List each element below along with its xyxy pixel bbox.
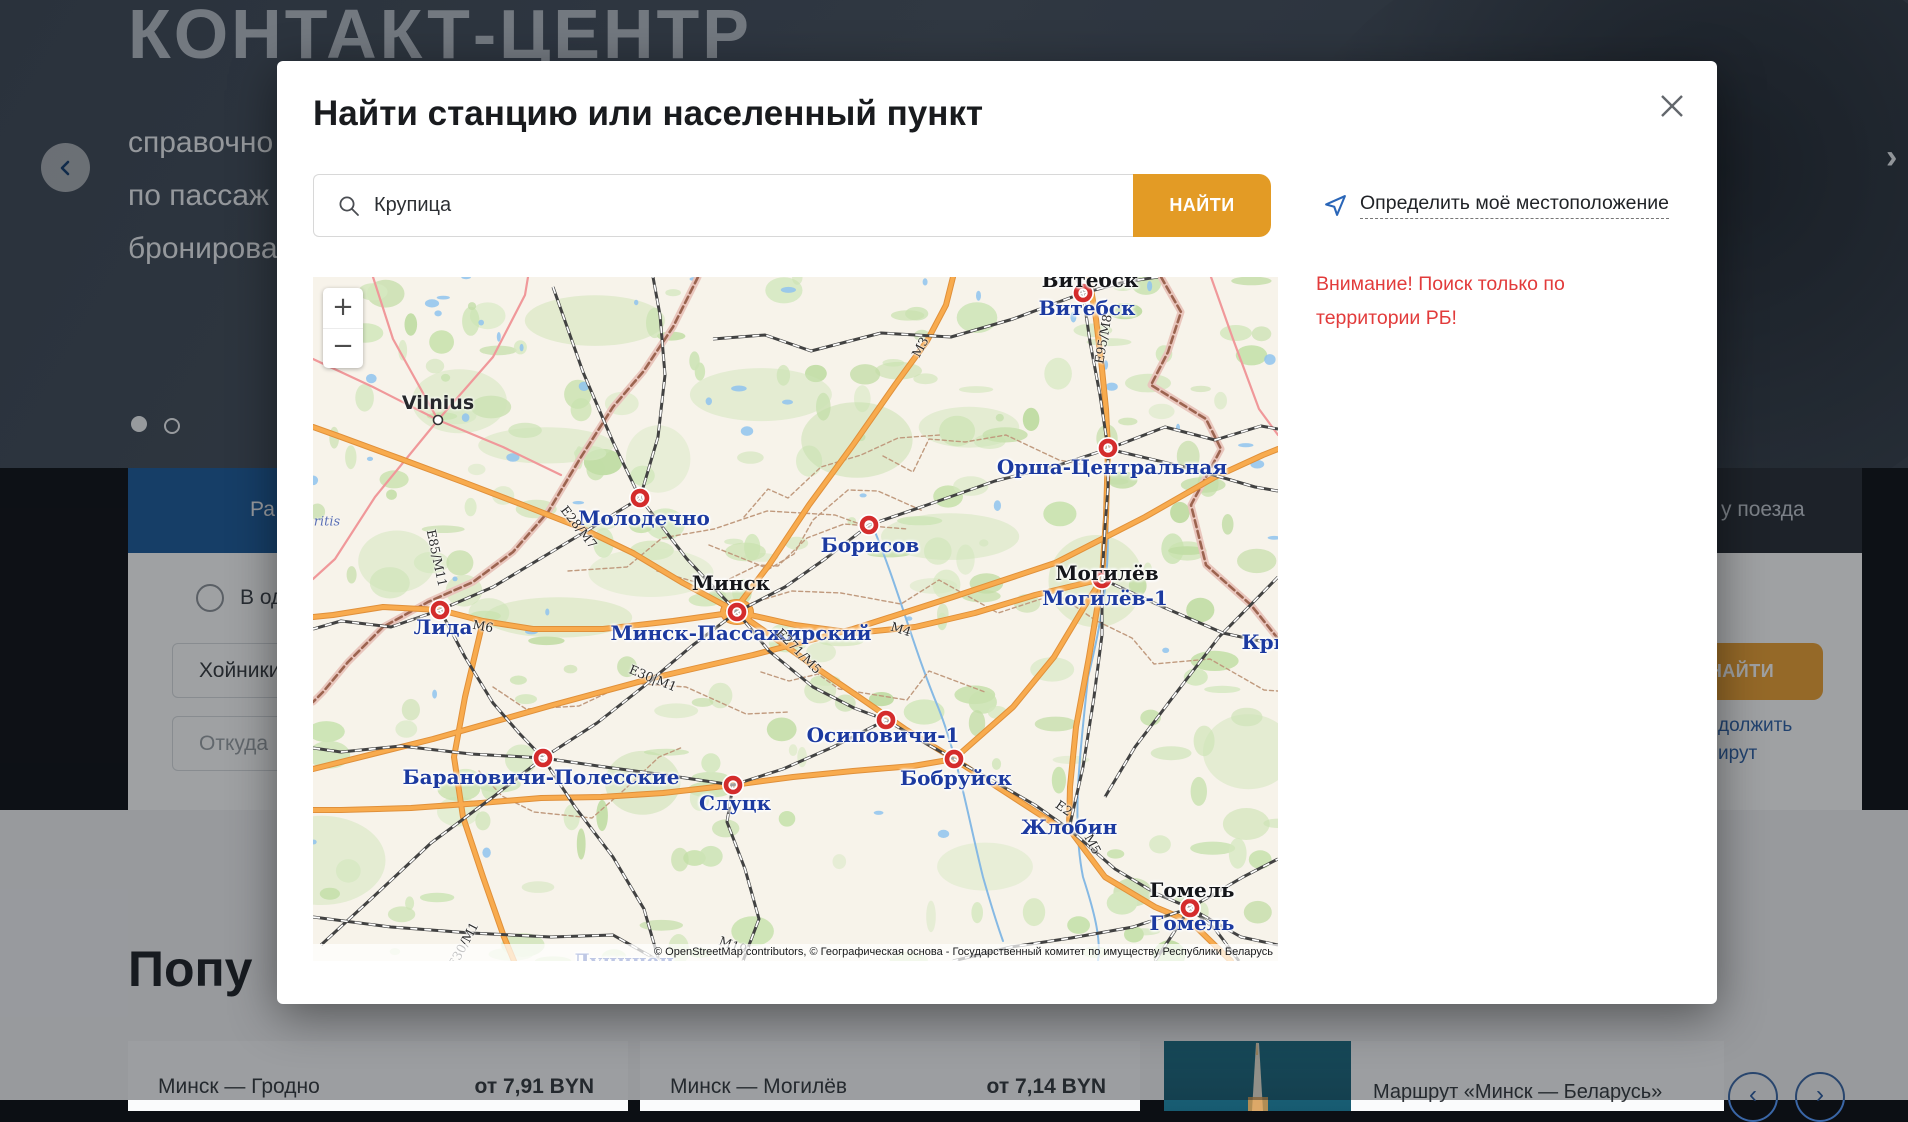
station-marker[interactable] <box>726 778 740 792</box>
zoom-in-button[interactable]: + <box>323 288 363 328</box>
station-search-input[interactable]: Крупица <box>313 174 1133 237</box>
station-marker[interactable] <box>879 713 893 727</box>
station-marker[interactable] <box>730 605 744 619</box>
find-station-modal: Найти станцию или населенный пункт Крупи… <box>277 61 1717 1004</box>
modal-title: Найти станцию или населенный пункт <box>313 94 983 134</box>
map-zoom-control: + − <box>323 288 363 368</box>
station-marker[interactable] <box>1101 441 1115 455</box>
location-arrow-icon <box>1323 193 1348 218</box>
find-button[interactable]: НАЙТИ <box>1133 174 1271 237</box>
detect-location-link[interactable]: Определить моё местоположение <box>1323 174 1669 237</box>
station-marker[interactable] <box>1183 901 1197 915</box>
zoom-out-button[interactable]: − <box>323 328 363 368</box>
city-dot-marker <box>434 416 443 425</box>
station-search-value: Крупица <box>374 194 451 217</box>
station-marker[interactable] <box>1076 286 1090 300</box>
map-attribution: © OpenStreetMap contributors, © Географи… <box>313 944 1278 961</box>
station-marker[interactable] <box>433 603 447 617</box>
station-marker[interactable] <box>633 491 647 505</box>
station-search-row: Крупица НАЙТИ Определить моё местоположе… <box>313 174 1669 237</box>
station-marker[interactable] <box>862 518 876 532</box>
station-marker[interactable] <box>536 751 550 765</box>
station-marker[interactable] <box>947 752 961 766</box>
search-icon <box>338 195 360 217</box>
detect-location-label: Определить моё местоположение <box>1360 192 1669 219</box>
belarus-stations-map[interactable]: ВитебскМинскМогилёвГомельVilniusВитебскО… <box>313 277 1278 961</box>
search-warning-text: Внимание! Поиск только по территории РБ! <box>1316 267 1636 335</box>
close-icon[interactable] <box>1655 89 1689 123</box>
map-canvas <box>313 277 1278 961</box>
station-marker[interactable] <box>1095 572 1109 586</box>
